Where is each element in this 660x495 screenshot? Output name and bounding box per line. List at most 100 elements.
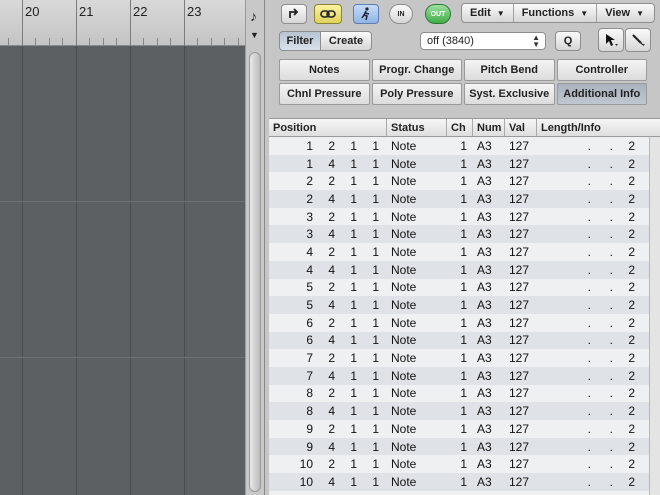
cell-status[interactable]: Note bbox=[387, 367, 447, 385]
music-note-icon[interactable]: ♪ bbox=[250, 8, 257, 24]
cell-status[interactable]: Note bbox=[387, 208, 447, 226]
pointer-tool-button[interactable] bbox=[598, 28, 624, 52]
cell-val[interactable]: 127 bbox=[505, 420, 537, 438]
cell-length-info[interactable]: ..20 bbox=[537, 473, 660, 491]
cell-position[interactable]: 3411 bbox=[269, 225, 387, 243]
cell-status[interactable]: Note bbox=[387, 225, 447, 243]
up-level-button[interactable] bbox=[281, 4, 307, 24]
cell-val[interactable]: 127 bbox=[505, 172, 537, 190]
cell-length-info[interactable]: ..20 bbox=[537, 137, 660, 155]
cell-channel[interactable]: 1 bbox=[447, 314, 473, 332]
filter-channel-pressure-button[interactable]: Chnl Pressure bbox=[279, 83, 370, 105]
link-button[interactable] bbox=[314, 4, 342, 24]
cell-num[interactable]: A3 bbox=[473, 243, 505, 261]
cell-status[interactable]: Note bbox=[387, 473, 447, 491]
cell-num[interactable]: A3 bbox=[473, 261, 505, 279]
cell-position[interactable]: 10 2 1 1 bbox=[269, 455, 387, 473]
cell-position[interactable]: 8411 bbox=[269, 402, 387, 420]
table-row[interactable]: 11211Note1A3127..20 bbox=[269, 490, 660, 495]
cell-status[interactable]: Note bbox=[387, 243, 447, 261]
table-row[interactable]: 8211Note1A3127..20 bbox=[269, 384, 660, 403]
cell-position[interactable]: 10 4 1 1 bbox=[269, 473, 387, 491]
cell-channel[interactable]: 1 bbox=[447, 491, 473, 495]
table-row[interactable]: 9211Note1A3127..20 bbox=[269, 420, 660, 438]
cell-status[interactable]: Note bbox=[387, 438, 447, 456]
cell-channel[interactable]: 1 bbox=[447, 385, 473, 403]
cell-position[interactable]: 6411 bbox=[269, 332, 387, 350]
filter-controller-button[interactable]: Controller bbox=[556, 59, 647, 81]
column-header-position[interactable]: Position bbox=[269, 119, 387, 136]
table-row[interactable]: 7211Note1A3127..20 bbox=[269, 349, 660, 367]
cell-status[interactable]: Note bbox=[387, 455, 447, 473]
column-header-status[interactable]: Status bbox=[387, 119, 447, 136]
cell-val[interactable]: 127 bbox=[505, 314, 537, 332]
cell-status[interactable]: Note bbox=[387, 314, 447, 332]
cell-channel[interactable]: 1 bbox=[447, 296, 473, 314]
cell-length-info[interactable]: ..20 bbox=[537, 172, 660, 190]
cell-channel[interactable]: 1 bbox=[447, 225, 473, 243]
edit-menu[interactable]: Edit ▼ bbox=[462, 4, 514, 22]
table-row[interactable]: 8411Note1A3127..20 bbox=[269, 402, 660, 420]
cell-status[interactable]: Note bbox=[387, 155, 447, 173]
cell-length-info[interactable]: ..20 bbox=[537, 332, 660, 350]
cell-length-info[interactable]: ..20 bbox=[537, 279, 660, 297]
table-row[interactable]: 10411Note1A3127..20 bbox=[269, 473, 660, 491]
cell-val[interactable]: 127 bbox=[505, 243, 537, 261]
quantize-button[interactable]: Q bbox=[555, 31, 581, 51]
cell-position[interactable]: 11211 bbox=[269, 491, 387, 495]
cell-status[interactable]: Note bbox=[387, 491, 447, 495]
midi-out-button[interactable]: OUT bbox=[425, 4, 451, 24]
cell-position[interactable]: 5411 bbox=[269, 296, 387, 314]
filter-poly-pressure-button[interactable]: Poly Pressure bbox=[371, 83, 462, 105]
cell-length-info[interactable]: ..20 bbox=[537, 190, 660, 208]
cell-length-info[interactable]: ..20 bbox=[537, 385, 660, 403]
cell-val[interactable]: 127 bbox=[505, 208, 537, 226]
cell-length-info[interactable]: ..20 bbox=[537, 420, 660, 438]
cell-val[interactable]: 127 bbox=[505, 225, 537, 243]
filter-system-exclusive-button[interactable]: Syst. Exclusive bbox=[464, 83, 555, 105]
cell-position[interactable]: 4211 bbox=[269, 243, 387, 261]
cell-channel[interactable]: 1 bbox=[447, 155, 473, 173]
table-row[interactable]: 5411Note1A3127..20 bbox=[269, 296, 660, 314]
cell-num[interactable]: A3 bbox=[473, 225, 505, 243]
cell-length-info[interactable]: ..20 bbox=[537, 349, 660, 367]
cell-position[interactable]: 6211 bbox=[269, 314, 387, 332]
filter-pitch-bend-button[interactable]: Pitch Bend bbox=[464, 59, 555, 81]
cell-position[interactable]: 2411 bbox=[269, 190, 387, 208]
column-header-channel[interactable]: Ch bbox=[447, 119, 473, 136]
cell-val[interactable]: 127 bbox=[505, 349, 537, 367]
cell-val[interactable]: 127 bbox=[505, 155, 537, 173]
cell-val[interactable]: 127 bbox=[505, 367, 537, 385]
tab-filter[interactable]: Filter bbox=[279, 31, 321, 51]
midi-in-button[interactable]: IN bbox=[389, 4, 413, 24]
cell-val[interactable]: 127 bbox=[505, 261, 537, 279]
cell-position[interactable]: 2211 bbox=[269, 172, 387, 190]
cell-num[interactable]: A3 bbox=[473, 385, 505, 403]
table-row[interactable]: 6411Note1A3127..20 bbox=[269, 331, 660, 350]
table-row[interactable]: 9411Note1A3127..20 bbox=[269, 437, 660, 456]
cell-position[interactable]: 1211 bbox=[269, 137, 387, 155]
cell-length-info[interactable]: ..20 bbox=[537, 367, 660, 385]
cell-length-info[interactable]: ..20 bbox=[537, 208, 660, 226]
cell-num[interactable]: A3 bbox=[473, 349, 505, 367]
table-row[interactable]: 1211Note1A3127..20 bbox=[269, 137, 660, 155]
table-row[interactable]: 4211Note1A3127..20 bbox=[269, 243, 660, 261]
cell-length-info[interactable]: ..20 bbox=[537, 402, 660, 420]
filter-notes-button[interactable]: Notes bbox=[279, 59, 370, 81]
table-row[interactable]: 1411Note1A3127..20 bbox=[269, 154, 660, 173]
quantize-select[interactable]: off (3840) ▲ ▼ bbox=[420, 32, 546, 50]
cell-num[interactable]: A3 bbox=[473, 367, 505, 385]
cell-position[interactable]: 3211 bbox=[269, 208, 387, 226]
cell-num[interactable]: A3 bbox=[473, 455, 505, 473]
cell-val[interactable]: 127 bbox=[505, 491, 537, 495]
table-row[interactable]: 4411Note1A3127..20 bbox=[269, 260, 660, 279]
cell-position[interactable]: 4411 bbox=[269, 261, 387, 279]
cell-num[interactable]: A3 bbox=[473, 279, 505, 297]
cell-status[interactable]: Note bbox=[387, 137, 447, 155]
cell-position[interactable]: 8211 bbox=[269, 385, 387, 403]
cell-status[interactable]: Note bbox=[387, 172, 447, 190]
cell-status[interactable]: Note bbox=[387, 279, 447, 297]
cell-status[interactable]: Note bbox=[387, 349, 447, 367]
cell-status[interactable]: Note bbox=[387, 332, 447, 350]
cell-length-info[interactable]: ..20 bbox=[537, 261, 660, 279]
